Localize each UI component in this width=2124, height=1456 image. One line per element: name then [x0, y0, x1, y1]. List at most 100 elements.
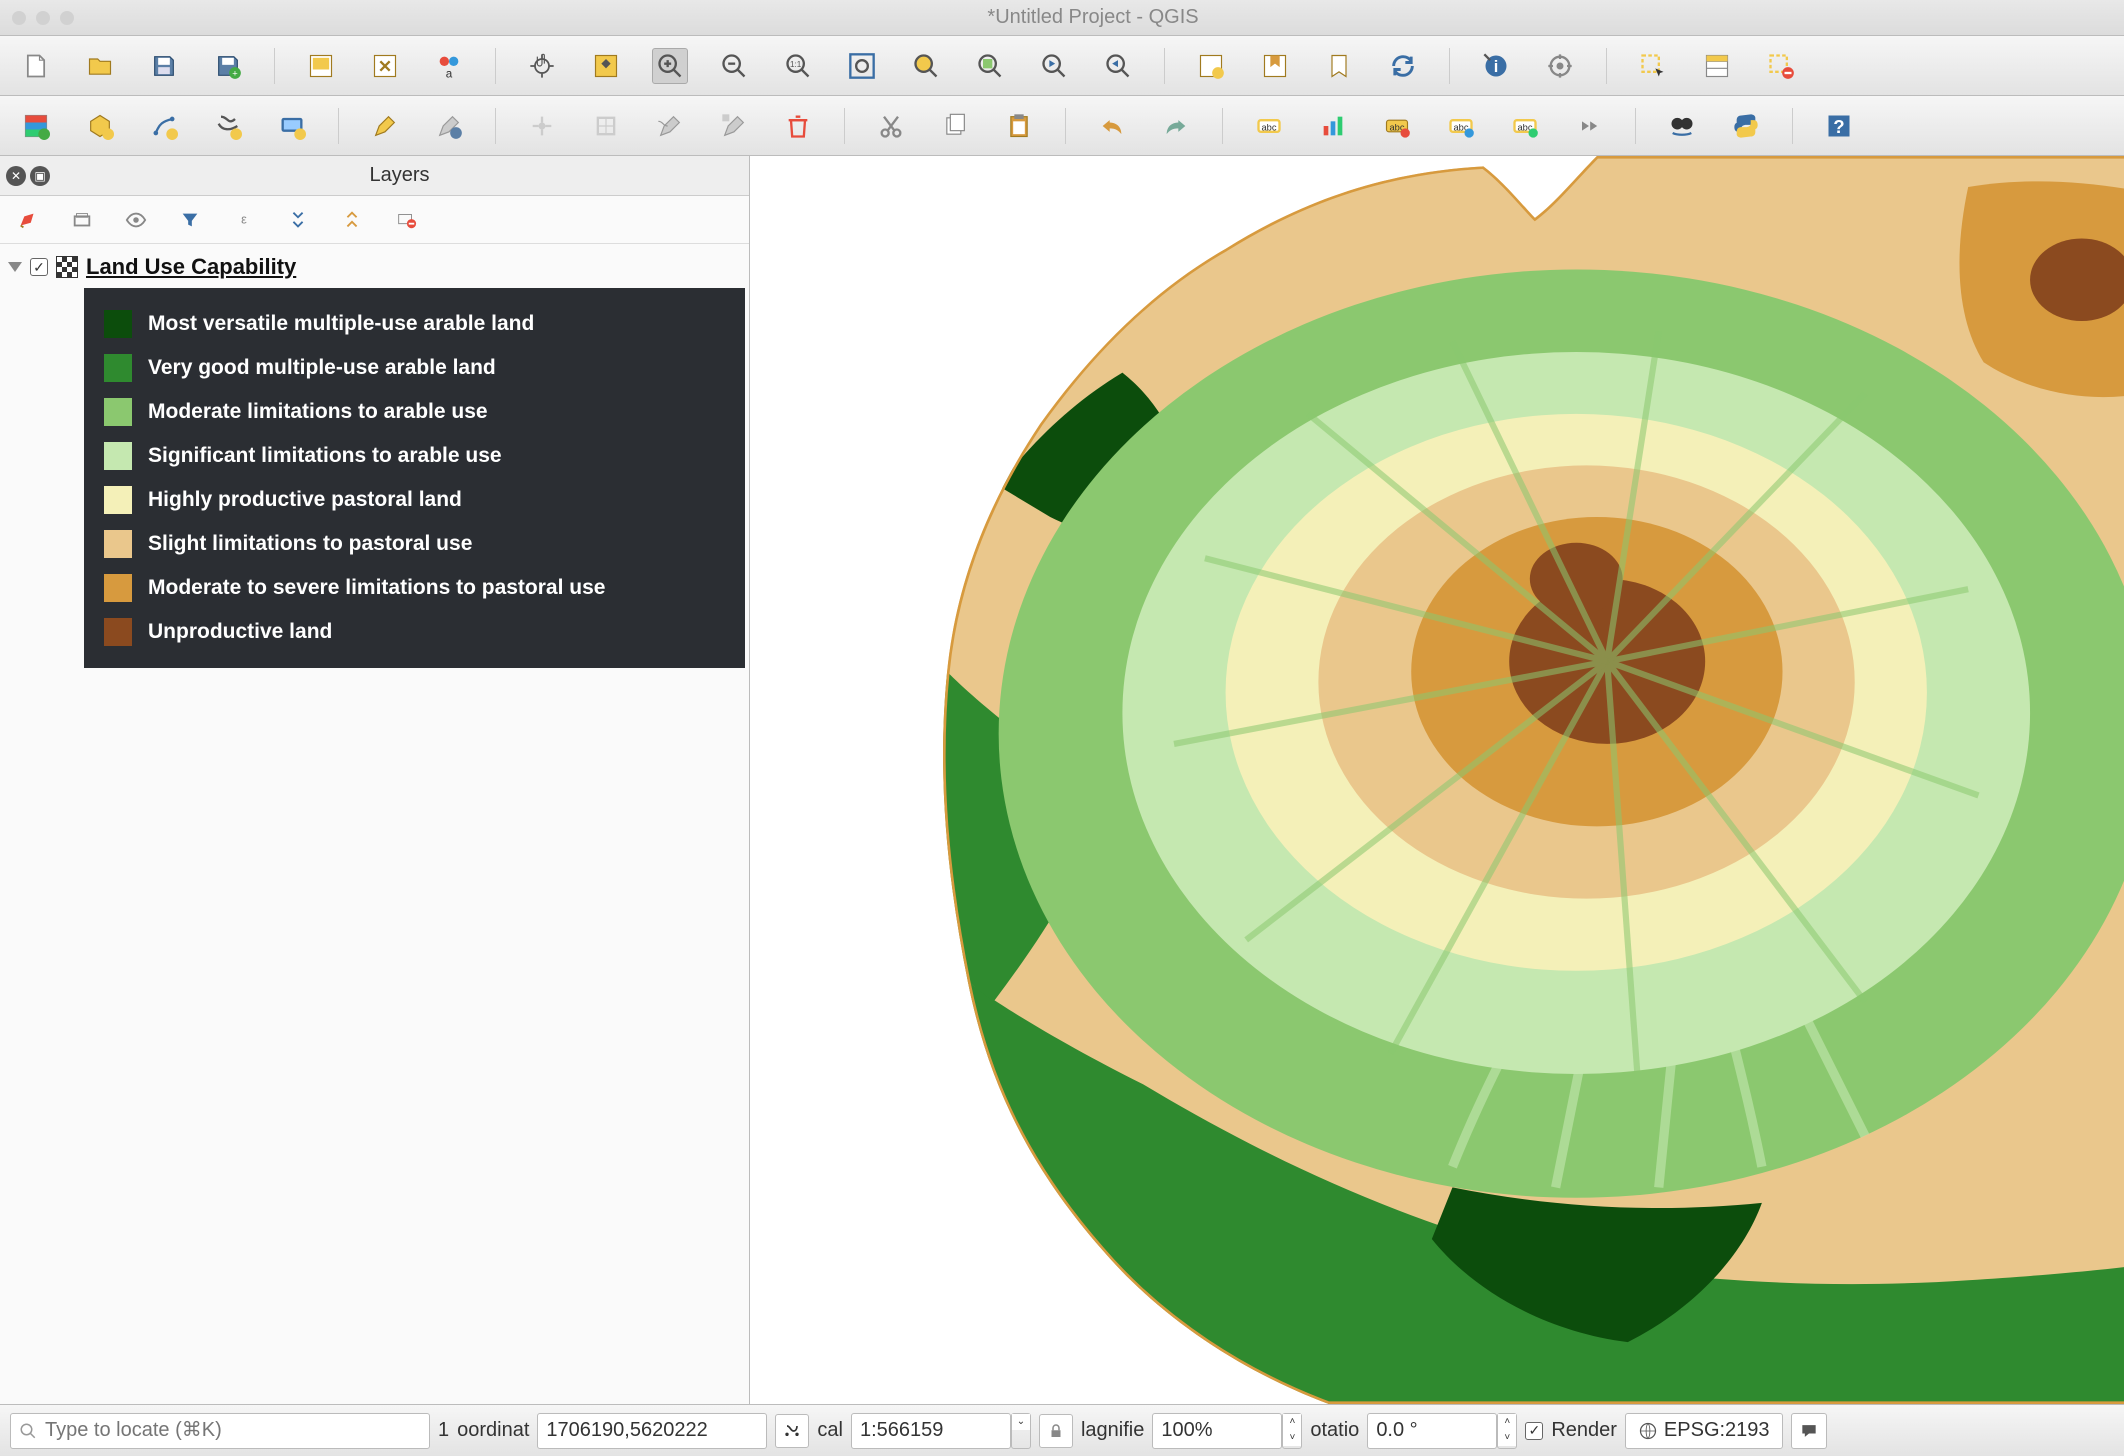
refresh-button[interactable] — [1385, 48, 1421, 84]
select-features-button[interactable] — [1635, 48, 1671, 84]
new-shapefile-button[interactable] — [146, 108, 182, 144]
panel-float-button[interactable]: ▣ — [30, 166, 50, 186]
copy-button[interactable] — [937, 108, 973, 144]
zoom-next-button[interactable] — [1100, 48, 1136, 84]
toolbar-overflow-button[interactable] — [1571, 108, 1607, 144]
select-by-value-button[interactable] — [1699, 48, 1735, 84]
expand-all-button[interactable] — [284, 206, 312, 234]
layer-visibility-checkbox[interactable] — [30, 258, 48, 276]
zoom-full-button[interactable] — [844, 48, 880, 84]
messages-button[interactable] — [1791, 1413, 1827, 1449]
metasearch-button[interactable] — [1664, 108, 1700, 144]
legend-item[interactable]: Moderate to severe limitations to pastor… — [104, 566, 725, 610]
layers-tree[interactable]: Land Use Capability Most versatile multi… — [0, 244, 749, 1404]
panel-close-button[interactable]: ✕ — [6, 166, 26, 186]
layer-name-label[interactable]: Land Use Capability — [86, 254, 296, 280]
toggle-editing-button[interactable] — [367, 108, 403, 144]
new-layout-button[interactable] — [303, 48, 339, 84]
paste-button[interactable] — [1001, 108, 1037, 144]
layout-manager-button[interactable] — [367, 48, 403, 84]
remove-layer-button[interactable] — [392, 206, 420, 234]
add-group-button[interactable] — [68, 206, 96, 234]
pin-labels-button[interactable]: abc — [1443, 108, 1479, 144]
show-hide-labels-button[interactable]: abc — [1507, 108, 1543, 144]
redo-button[interactable] — [1158, 108, 1194, 144]
filter-legend-button[interactable] — [176, 206, 204, 234]
layer-symbol-icon — [56, 256, 78, 278]
delete-selected-button[interactable] — [780, 108, 816, 144]
pan-to-selection-button[interactable] — [588, 48, 624, 84]
new-virtual-layer-button[interactable] — [274, 108, 310, 144]
python-console-button[interactable] — [1728, 108, 1764, 144]
open-project-button[interactable] — [82, 48, 118, 84]
save-as-button[interactable]: + — [210, 48, 246, 84]
new-spatial-bookmark-button[interactable] — [1257, 48, 1293, 84]
digitize-button[interactable] — [652, 108, 688, 144]
data-source-manager-button[interactable] — [18, 108, 54, 144]
svg-text:+: + — [232, 68, 237, 78]
cut-button[interactable] — [873, 108, 909, 144]
visibility-button[interactable] — [122, 206, 150, 234]
minimize-window[interactable] — [36, 11, 50, 25]
close-window[interactable] — [12, 11, 26, 25]
zoom-in-button[interactable] — [652, 48, 688, 84]
legend-item[interactable]: Significant limitations to arable use — [104, 434, 725, 478]
zoom-to-selection-button[interactable] — [908, 48, 944, 84]
zoom-to-layer-button[interactable] — [972, 48, 1008, 84]
save-button[interactable] — [146, 48, 182, 84]
identify-button[interactable]: i — [1478, 48, 1514, 84]
diagram-button[interactable] — [1315, 108, 1351, 144]
pan-button[interactable] — [524, 48, 560, 84]
highlight-pinned-button[interactable]: abc — [1379, 108, 1415, 144]
scale-input[interactable] — [851, 1413, 1011, 1449]
legend-item[interactable]: Slight limitations to pastoral use — [104, 522, 725, 566]
legend-label: Slight limitations to pastoral use — [148, 532, 472, 556]
legend-swatch — [104, 398, 132, 426]
open-attribute-table-button[interactable] — [1542, 48, 1578, 84]
zoom-native-button[interactable]: 1:1 — [780, 48, 816, 84]
legend-item[interactable]: Very good multiple-use arable land — [104, 346, 725, 390]
map-canvas[interactable] — [750, 156, 2124, 1404]
render-checkbox[interactable] — [1525, 1422, 1543, 1440]
collapse-all-button[interactable] — [338, 206, 366, 234]
rotation-label: otatio — [1310, 1419, 1359, 1442]
style-manager-button[interactable]: a — [431, 48, 467, 84]
coordinate-label: oordinat — [457, 1419, 529, 1442]
coordinate-input[interactable] — [537, 1413, 767, 1449]
add-polygon-button[interactable] — [588, 108, 624, 144]
new-project-button[interactable] — [18, 48, 54, 84]
deselect-button[interactable] — [1763, 48, 1799, 84]
legend-item[interactable]: Highly productive pastoral land — [104, 478, 725, 522]
toggle-extents-button[interactable] — [775, 1414, 809, 1448]
expression-filter-button[interactable]: ε — [230, 206, 258, 234]
maximize-window[interactable] — [60, 11, 74, 25]
magnifier-stepper[interactable]: ˄˅ — [1282, 1413, 1302, 1449]
help-button[interactable]: ? — [1821, 108, 1857, 144]
legend-item[interactable]: Unproductive land — [104, 610, 725, 654]
scale-dropdown[interactable]: ⌄ — [1011, 1413, 1031, 1449]
rotation-input[interactable] — [1367, 1413, 1497, 1449]
new-spatialite-button[interactable] — [210, 108, 246, 144]
zoom-out-button[interactable] — [716, 48, 752, 84]
label-button[interactable]: abc — [1251, 108, 1287, 144]
legend-swatch — [104, 442, 132, 470]
layer-style-button[interactable] — [14, 206, 42, 234]
undo-button[interactable] — [1094, 108, 1130, 144]
expand-toggle[interactable] — [8, 262, 22, 272]
show-bookmarks-button[interactable] — [1321, 48, 1357, 84]
move-feature-button[interactable] — [716, 108, 752, 144]
lock-scale-button[interactable] — [1039, 1414, 1073, 1448]
new-map-view-button[interactable] — [1193, 48, 1229, 84]
rotation-stepper[interactable]: ˄˅ — [1497, 1413, 1517, 1449]
legend-item[interactable]: Moderate limitations to arable use — [104, 390, 725, 434]
add-feature-button[interactable] — [524, 108, 560, 144]
zoom-last-button[interactable] — [1036, 48, 1072, 84]
magnifier-input[interactable] — [1152, 1413, 1282, 1449]
legend-item[interactable]: Most versatile multiple-use arable land — [104, 302, 725, 346]
locator-input[interactable] — [45, 1419, 421, 1442]
new-geopackage-button[interactable] — [82, 108, 118, 144]
crs-button[interactable]: EPSG:2193 — [1625, 1413, 1783, 1449]
locator-bar[interactable] — [10, 1413, 430, 1449]
layer-item[interactable]: Land Use Capability — [4, 252, 745, 282]
save-edits-button[interactable] — [431, 108, 467, 144]
